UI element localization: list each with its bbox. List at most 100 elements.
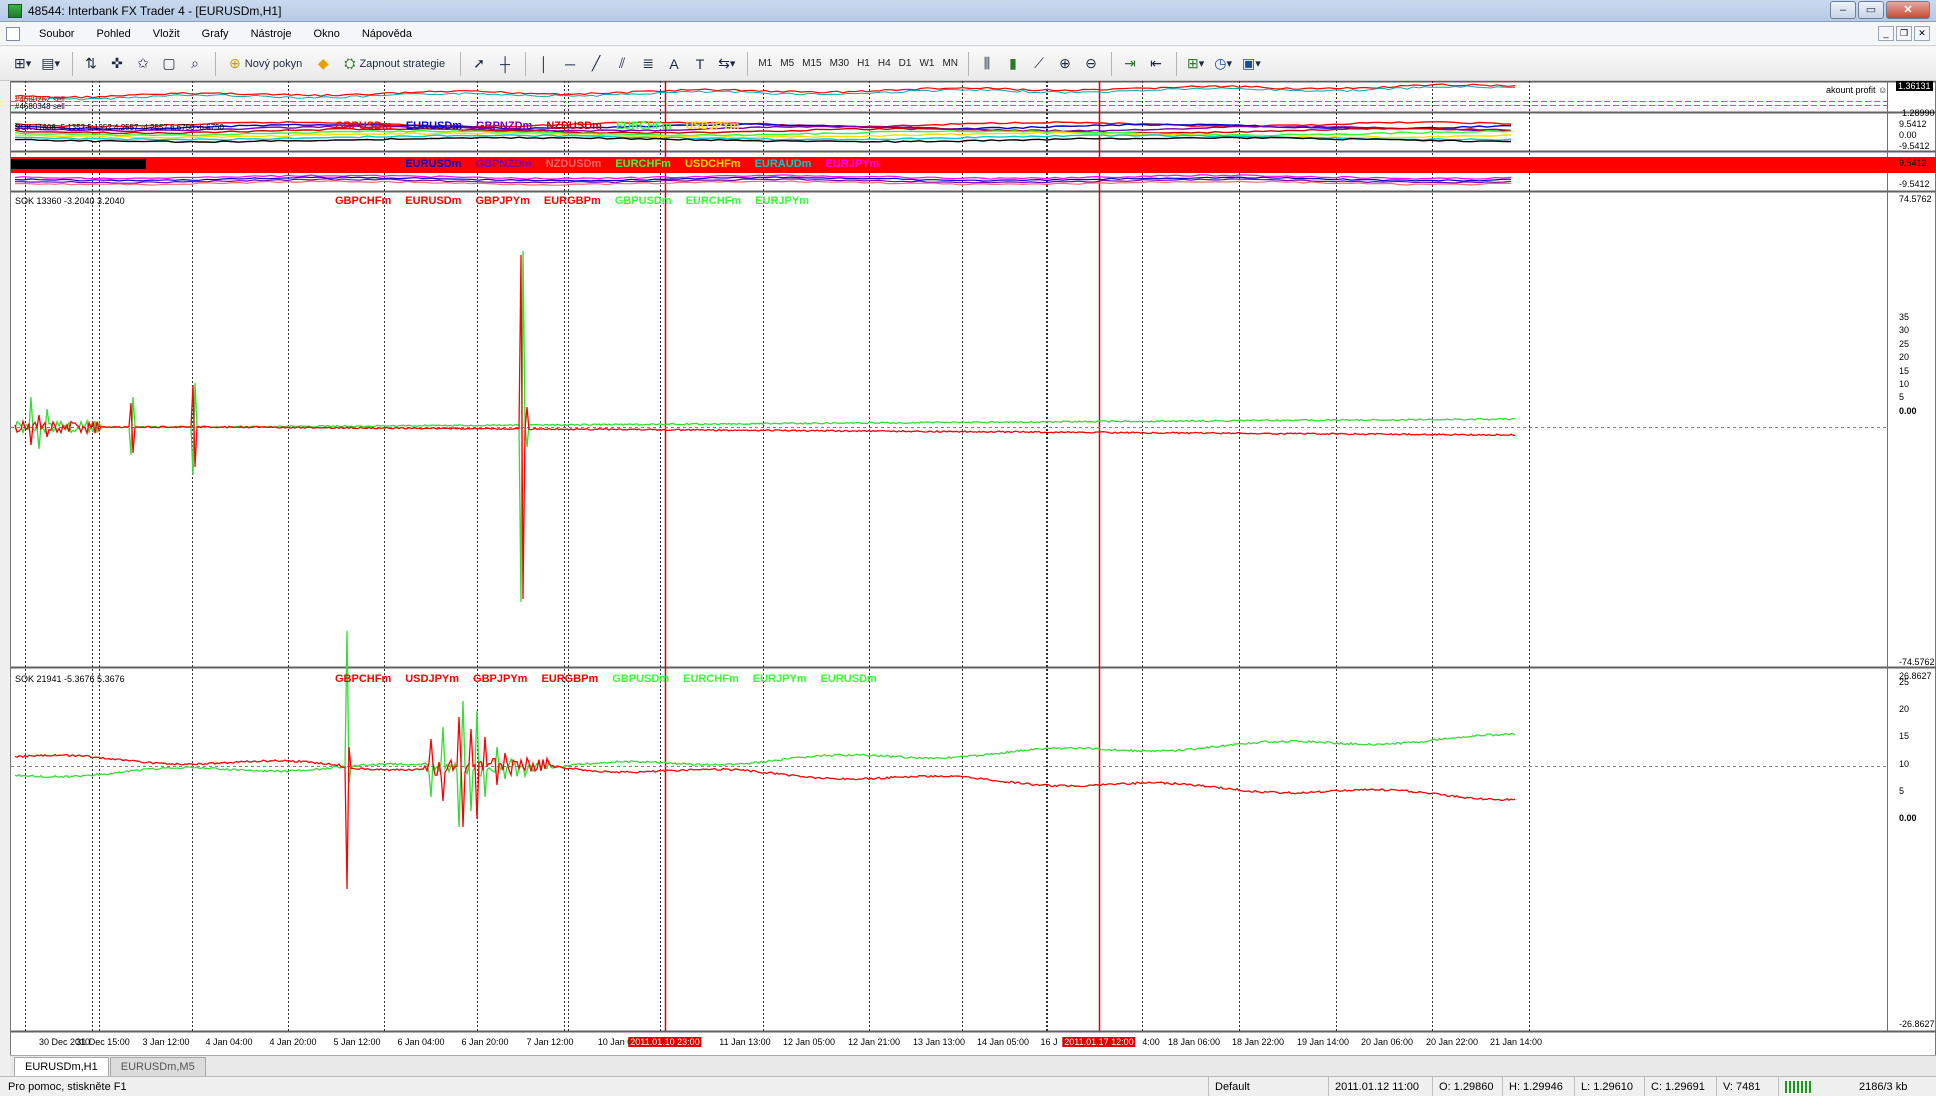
toolbar-separator [968, 51, 970, 76]
chart-shift-button[interactable]: ⇤ [1144, 52, 1168, 76]
toolbar-separator [747, 51, 749, 76]
timeframe-h1[interactable]: H1 [853, 58, 874, 69]
chart-document-icon[interactable] [6, 26, 20, 41]
mdi-minimize-icon[interactable]: _ [1878, 26, 1894, 41]
maximize-button[interactable]: ▭ [1858, 1, 1884, 19]
timeframe-m30[interactable]: M30 [826, 58, 853, 69]
legend-item: GBPCHFm [335, 158, 392, 170]
tab-eurusd-h1[interactable]: EURUSDm,H1 [14, 1057, 109, 1076]
timeframe-d1[interactable]: D1 [895, 58, 916, 69]
menu-tools[interactable]: Nástroje [240, 28, 303, 40]
status-open: O: 1.29860 [1432, 1076, 1502, 1096]
tab-eurusd-m5[interactable]: EURUSDm,M5 [109, 1057, 206, 1076]
arrows-icon: ⇆ [718, 55, 730, 71]
zoom-in-button[interactable]: ⊕ [1053, 52, 1077, 76]
panel3-indicator-label: SOK 13360 -3.2040 3.2040 [15, 196, 125, 206]
profiles-button[interactable]: ▤ ▾ [37, 52, 64, 76]
legend-item: GBPNZDm [476, 120, 533, 132]
timeframe-m15[interactable]: M15 [798, 58, 825, 69]
meta-editor-button[interactable]: ◆ [311, 52, 335, 76]
candlestick-button[interactable]: ▮ [1001, 52, 1025, 76]
time-axis-label: 10 Jan 0 [597, 1037, 633, 1047]
data-window-button[interactable]: ✜ [105, 52, 129, 76]
crosshair-tool-button[interactable]: ┼ [493, 52, 517, 76]
chart-tabs: EURUSDm,H1 EURUSDm,M5 [10, 1055, 1936, 1076]
horizontal-line-button[interactable]: ─ [558, 52, 582, 76]
toolbar-separator [525, 51, 527, 76]
new-chart-button[interactable]: ⊞ ▾ [10, 52, 35, 76]
legend-item: USDJPYm [405, 673, 460, 685]
menu-view[interactable]: Pohled [85, 28, 141, 40]
arrows-button[interactable]: ⇆ ▾ [714, 52, 739, 76]
status-close: C: 1.29691 [1644, 1076, 1716, 1096]
timeframe-m1[interactable]: M1 [754, 58, 776, 69]
timeframe-h4[interactable]: H4 [874, 58, 895, 69]
time-axis-label: 11 Jan 13:00 [719, 1037, 771, 1047]
templates-button[interactable]: ▣ ▾ [1238, 52, 1265, 76]
menu-charts[interactable]: Grafy [191, 28, 240, 40]
fibonacci-button[interactable]: ≣ [636, 52, 660, 76]
indicators-icon: ⊞ [1187, 55, 1199, 71]
timeframe-mn[interactable]: MN [938, 58, 962, 69]
templates-icon: ▣ [1242, 55, 1256, 71]
menu-insert[interactable]: Vložit [142, 28, 191, 40]
channel-icon: ⫽ [618, 55, 626, 71]
text-a-icon: A [669, 55, 679, 72]
cursor-arrow-icon: ➚ [473, 55, 485, 71]
chart-canvas[interactable] [11, 81, 1936, 1055]
line-chart-button[interactable]: ⟋ [1027, 52, 1051, 76]
scale-tick-label: 25 [1899, 677, 1910, 687]
enable-strategies-button[interactable]: ⛭ Zapnout strategie [337, 52, 452, 76]
timeframe-w1[interactable]: W1 [915, 58, 938, 69]
navigator-button[interactable]: ✩ [131, 52, 155, 76]
tester-button[interactable]: ⌕ [183, 52, 207, 76]
strategies-icon: ⛭ [344, 55, 356, 71]
market-watch-icon: ⇅ [85, 55, 97, 71]
menu-window[interactable]: Okno [303, 28, 351, 40]
legend-item: GBPUSDm [335, 120, 392, 132]
timeframe-m5[interactable]: M5 [776, 58, 798, 69]
bar-chart-button[interactable]: ⫼ [975, 52, 999, 76]
clock-icon: ◷ [1214, 55, 1227, 71]
toolbar-separator [1111, 51, 1113, 76]
zoom-out-button[interactable]: ⊖ [1079, 52, 1103, 76]
magnifier-icon: ⌕ [191, 55, 199, 71]
trendline-button[interactable]: ╱ [584, 52, 608, 76]
horizontal-line-icon: ─ [565, 55, 576, 72]
menu-help[interactable]: Nápověda [351, 28, 423, 40]
new-order-button[interactable]: ⊕ Nový pokyn [222, 52, 309, 76]
vertical-line-button[interactable]: │ [532, 52, 556, 76]
chart-window[interactable]: #4680262 sell #4680348 sell akount profi… [10, 81, 1936, 1055]
minimize-button[interactable]: – [1830, 1, 1856, 19]
mdi-close-icon[interactable]: ✕ [1914, 26, 1930, 41]
legend-item: EURGBPm [541, 673, 599, 685]
profiles-icon: ▤ [41, 55, 55, 71]
close-button[interactable]: ✕ [1886, 1, 1930, 19]
autoscroll-button[interactable]: ⇥ [1118, 52, 1142, 76]
periods-button[interactable]: ◷ ▾ [1210, 52, 1236, 76]
time-axis-label: 3 Jan 12:00 [142, 1037, 190, 1047]
new-order-icon: ⊕ [229, 55, 241, 71]
legend-item: GBPJPYm [475, 195, 530, 207]
candlestick-icon: ▮ [1009, 55, 1017, 71]
legend-item: USDCHFm [684, 158, 741, 170]
market-watch-button[interactable]: ⇅ [79, 52, 103, 76]
status-connection: 2186/3 kb [1778, 1076, 1928, 1096]
status-profile[interactable]: Default [1208, 1076, 1328, 1096]
time-axis-label: 13 Jan 13:00 [912, 1037, 966, 1047]
cursor-tool-button[interactable]: ➚ [467, 52, 491, 76]
mdi-restore-icon[interactable]: ❐ [1896, 26, 1912, 41]
terminal-button[interactable]: ▢ [157, 52, 181, 76]
legend-item: EURUSDm [405, 120, 463, 132]
star-icon: ✩ [137, 55, 149, 71]
text-label-button[interactable]: T [688, 52, 712, 76]
equidistant-channel-button[interactable]: ⫽ [610, 52, 634, 76]
text-tool-button[interactable]: A [662, 52, 686, 76]
menu-file[interactable]: Soubor [28, 28, 85, 40]
time-axis-label: 19 Jan 14:00 [1296, 1037, 1350, 1047]
toolbar-separator [72, 51, 74, 76]
panel3-scale-bottom: -74.5762 [1899, 657, 1935, 667]
account-profit-label: akount profit ☺ [1826, 85, 1888, 95]
panel3-scale-top: 74.5762 [1899, 194, 1932, 204]
indicators-button[interactable]: ⊞ ▾ [1183, 52, 1208, 76]
